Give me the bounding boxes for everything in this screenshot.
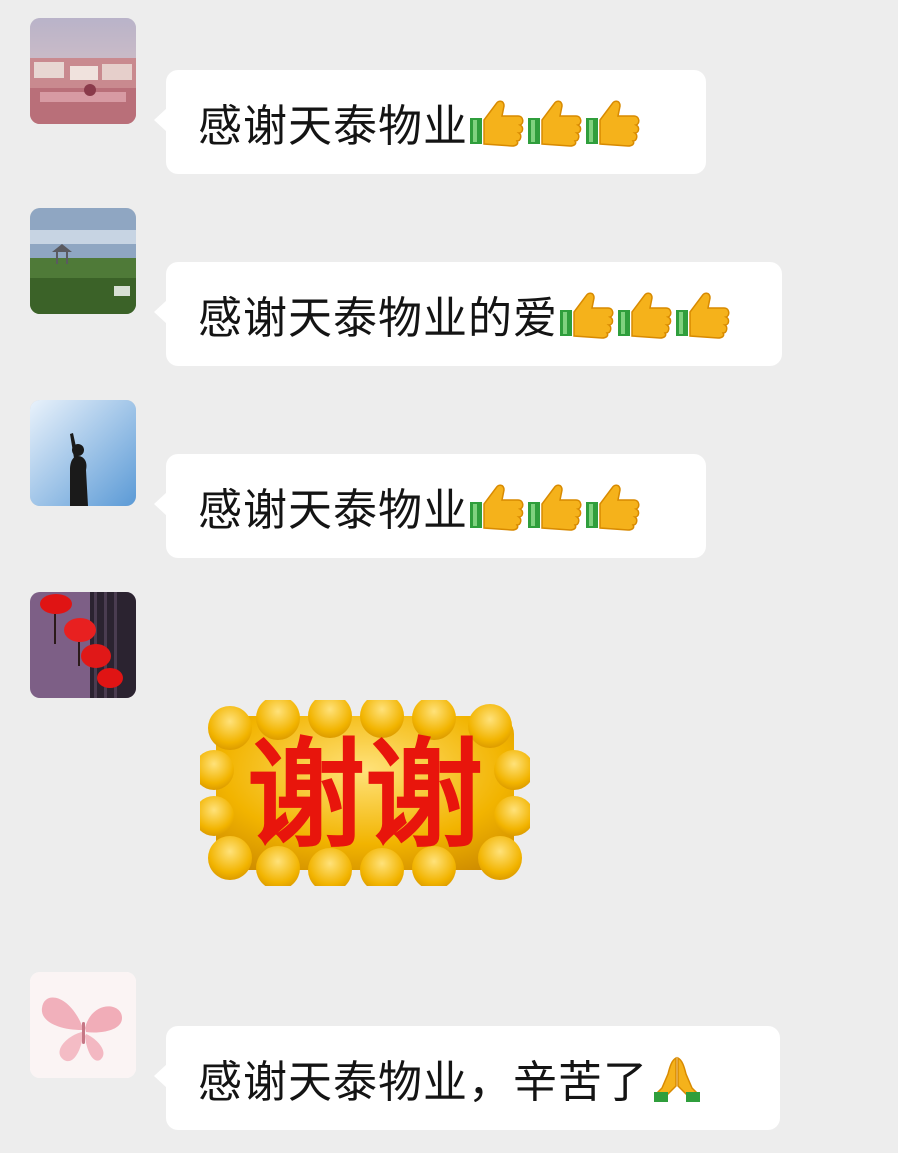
thumbs-up-icon [584,96,642,148]
thumbs-up-icon [468,96,526,148]
message-text: 感谢天泰物业 [198,485,468,536]
message-bubble[interactable]: 感谢天泰物业 [154,454,706,558]
thumbs-up-icon [674,288,732,340]
message-bubble[interactable]: 感谢天泰物业 [154,70,706,174]
thumbs-up-icon [616,288,674,340]
sender-avatar[interactable] [30,18,136,124]
thumbs-up-icon [526,480,584,532]
message-bubble[interactable]: 感谢天泰物业，辛苦了 [154,1026,780,1130]
folded-hands-icon [648,1052,706,1104]
message-text: 感谢天泰物业的爱 [198,293,558,344]
xiexie-sticker[interactable]: 谢谢 [200,700,530,886]
thumbs-up-icon [526,96,584,148]
message-text: 感谢天泰物业 [198,101,468,152]
sender-avatar[interactable] [30,400,136,506]
sender-avatar[interactable] [30,592,136,698]
thumbs-up-icon [584,480,642,532]
sticker-text: 谢谢 [247,726,483,864]
message-text: 感谢天泰物业，辛苦了 [198,1057,648,1108]
sender-avatar[interactable] [30,972,136,1078]
message-bubble[interactable]: 感谢天泰物业的爱 [154,262,782,366]
thumbs-up-icon [468,480,526,532]
thumbs-up-icon [558,288,616,340]
sender-avatar[interactable] [30,208,136,314]
